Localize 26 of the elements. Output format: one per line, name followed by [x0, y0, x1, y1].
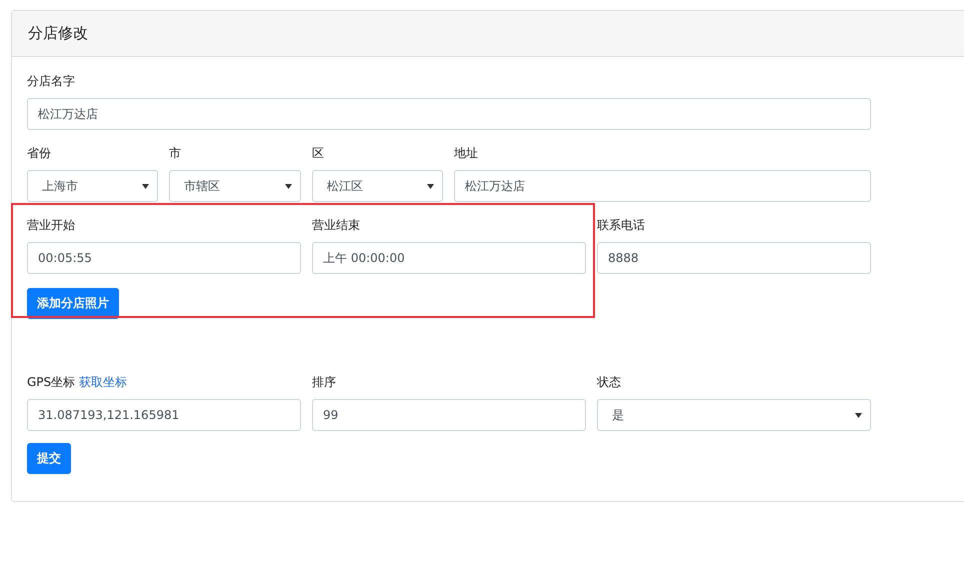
field-label: 市: [169, 145, 182, 161]
field-label: 省份: [27, 145, 52, 161]
field-label: 状态: [597, 374, 621, 390]
field-label: 营业开始: [27, 217, 76, 233]
input-field[interactable]: 8888: [597, 242, 871, 274]
input-field[interactable]: 松江万达店: [454, 170, 871, 202]
input-field[interactable]: 松江万达店: [27, 98, 871, 130]
select-field[interactable]: 上海市: [27, 170, 158, 202]
field-label: 地址: [454, 145, 479, 161]
field-label: 营业结束: [312, 217, 361, 233]
field-label: GPS坐标: [27, 374, 76, 390]
select-field[interactable]: 松江区: [312, 170, 443, 202]
select-field[interactable]: 是: [597, 399, 871, 431]
add-photo-button[interactable]: 添加分店照片: [27, 288, 119, 319]
field-label: 区: [312, 145, 325, 161]
submit-button[interactable]: 提交: [27, 443, 71, 474]
input-field[interactable]: 99: [312, 399, 586, 431]
time-field[interactable]: 00:05:55: [27, 242, 301, 274]
time-field[interactable]: 上午 00:00:00: [312, 242, 586, 274]
field-label: 联系电话: [597, 217, 646, 233]
field-label: 排序: [312, 374, 336, 390]
get-coordinates-link[interactable]: 获取坐标: [79, 374, 128, 390]
input-field[interactable]: 31.087193,121.165981: [27, 399, 301, 431]
select-field[interactable]: 市辖区: [169, 170, 301, 202]
card-title: 分店修改: [12, 11, 964, 57]
field-label: 分店名字: [27, 73, 76, 89]
